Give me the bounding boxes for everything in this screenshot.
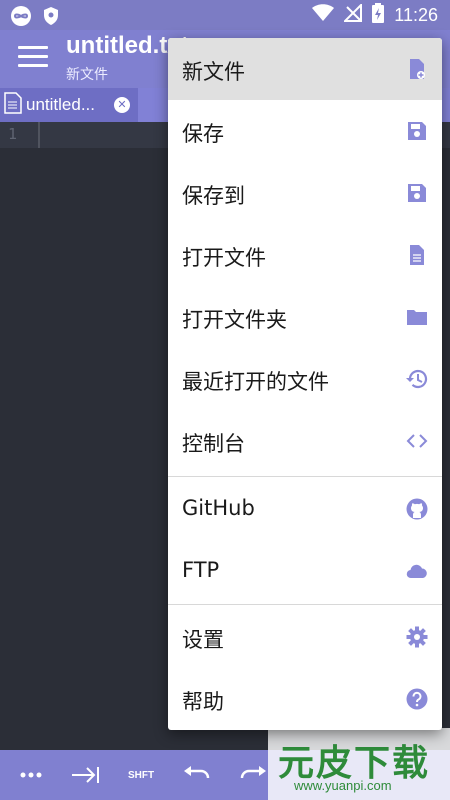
menu-item-label: 设置 <box>182 628 224 652</box>
no-signal-icon <box>342 2 363 26</box>
shift-button[interactable]: SHFT <box>116 750 166 800</box>
document-icon <box>4 92 22 118</box>
menu-item-label: 保存 <box>182 122 224 146</box>
menu-item-github[interactable]: GitHub <box>168 478 442 540</box>
menu-divider <box>168 476 442 477</box>
tab-arrow-icon <box>72 767 99 783</box>
close-tab-icon[interactable]: ✕ <box>114 97 130 113</box>
file-subtitle: 新文件 <box>66 67 108 83</box>
github-icon <box>406 498 428 520</box>
file-icon <box>410 245 424 265</box>
menu-item-label: 帮助 <box>182 690 224 714</box>
cloud-icon <box>406 564 427 579</box>
menu-item-open-folder[interactable]: 打开文件夹 <box>168 286 442 348</box>
history-icon <box>406 369 428 389</box>
menu-item-save[interactable]: 保存 <box>168 100 442 162</box>
more-button[interactable] <box>6 750 56 800</box>
menu-item-save-to[interactable]: 保存到 <box>168 162 442 224</box>
menu-item-recent-files[interactable]: 最近打开的文件 <box>168 348 442 410</box>
menu-divider <box>168 604 442 605</box>
gutter-divider <box>38 122 40 148</box>
shield-icon <box>42 6 60 30</box>
line-number: 1 <box>8 125 18 143</box>
menu-item-new-file[interactable]: 新文件 <box>168 38 442 100</box>
menu-item-label: 控制台 <box>182 432 245 456</box>
infinity-notification-icon <box>10 5 32 31</box>
menu-item-console[interactable]: 控制台 <box>168 410 442 472</box>
undo-icon <box>184 766 210 779</box>
tab-untitled[interactable]: untitled... ✕ <box>0 88 138 122</box>
undo-button[interactable] <box>172 750 222 800</box>
folder-icon <box>407 310 427 325</box>
menu-item-label: 保存到 <box>182 184 245 208</box>
new-file-icon <box>410 59 425 79</box>
menu-item-help[interactable]: 帮助 <box>168 668 442 730</box>
save-to-icon <box>408 184 426 202</box>
menu-item-label: 最近打开的文件 <box>182 370 329 394</box>
menu-item-label: 新文件 <box>182 60 245 84</box>
menu-item-ftp[interactable]: FTP <box>168 540 442 602</box>
watermark: 元皮下载 www.yuanpi.com <box>268 728 450 800</box>
gear-icon <box>406 626 428 648</box>
menu-item-label: 打开文件 <box>182 246 266 270</box>
overflow-menu: 新文件 保存 保存到 打开文件 打开文件夹 最近打开的文件 控制台 GitHub… <box>168 38 442 730</box>
save-icon <box>408 122 426 140</box>
menu-icon[interactable] <box>18 46 48 72</box>
menu-item-settings[interactable]: 设置 <box>168 606 442 668</box>
code-icon <box>406 434 428 448</box>
wifi-icon <box>312 4 335 26</box>
tab-label: untitled... <box>26 95 95 114</box>
more-dots-icon <box>20 772 42 778</box>
status-bar: 11:26 <box>0 0 450 30</box>
menu-item-label: FTP <box>182 558 220 582</box>
help-icon <box>406 688 428 710</box>
menu-item-label: 打开文件夹 <box>182 308 287 332</box>
clock: 11:26 <box>394 4 438 25</box>
battery-charging-icon <box>372 3 385 27</box>
redo-icon <box>240 766 266 779</box>
tab-key-button[interactable] <box>60 750 110 800</box>
menu-item-open-file[interactable]: 打开文件 <box>168 224 442 286</box>
menu-item-label: GitHub <box>182 496 255 520</box>
watermark-url: www.yuanpi.com <box>294 778 392 793</box>
